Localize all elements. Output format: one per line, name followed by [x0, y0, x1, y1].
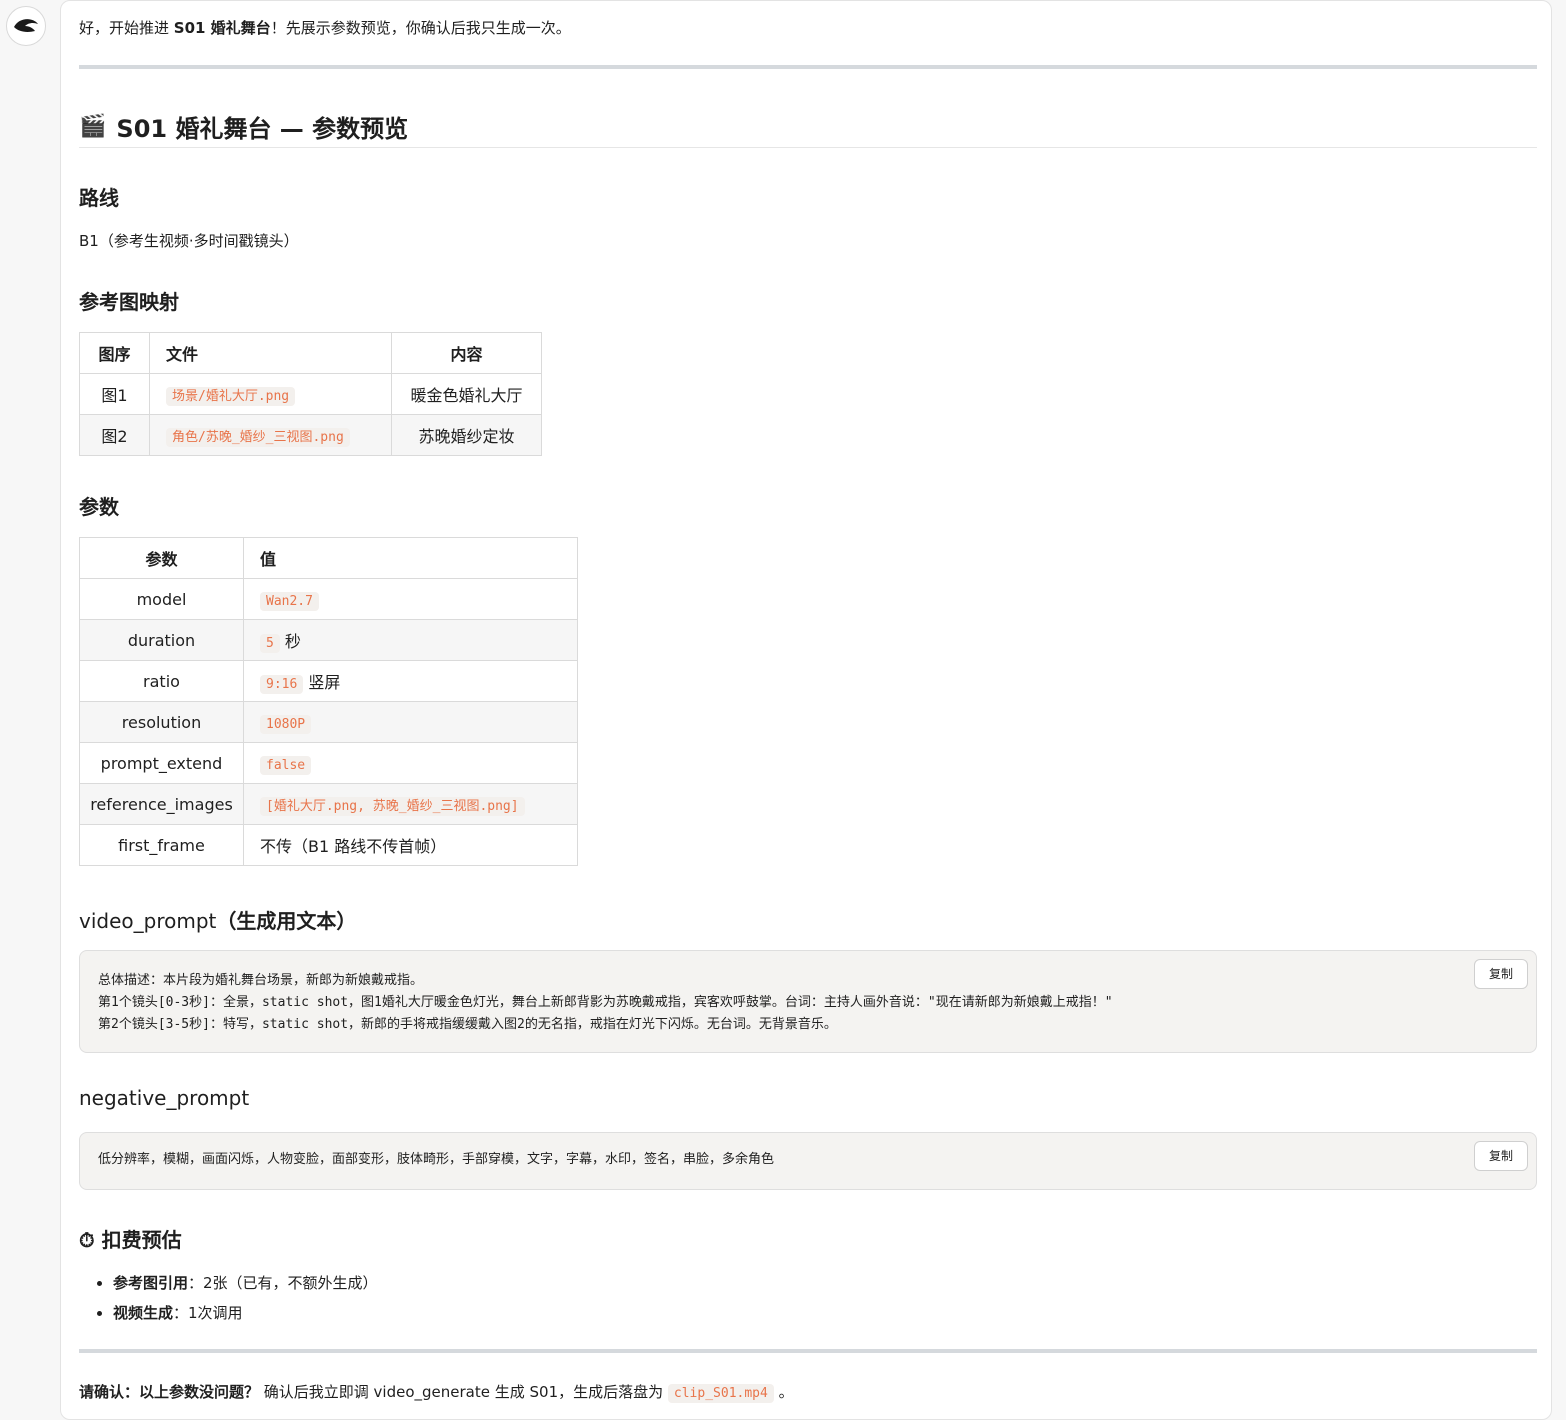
- file-path-code: 角色/苏晚_婚纱_三视图.png: [166, 427, 350, 447]
- route-heading: 路线: [79, 186, 119, 210]
- param-name: ratio: [79, 660, 244, 702]
- param-name: model: [79, 578, 244, 620]
- param-code: false: [260, 755, 312, 775]
- param-value: 5 秒: [243, 619, 578, 661]
- refmap-table: 图序 文件 内容 图1 场景/婚礼大厅.png 暖金色婚礼大厅 图2 角色/苏晚…: [79, 332, 542, 456]
- table-row: reference_images [婚礼大厅.png, 苏晚_婚纱_三视图.pn…: [79, 783, 578, 825]
- negative-prompt-codeblock: 低分辨率，模糊，画面闪烁，人物变脸，面部变形，肢体畸形，手部穿模，文字，字幕，水…: [79, 1132, 1537, 1190]
- params-heading: 参数: [79, 495, 119, 519]
- table-row: 图2 角色/苏晚_婚纱_三视图.png 苏晚婚纱定妆: [79, 414, 542, 456]
- table-header-row: 参数 值: [79, 537, 578, 579]
- param-value: 1080P: [243, 701, 578, 743]
- param-code: 9:16: [260, 675, 304, 694]
- param-code: 5: [260, 634, 280, 653]
- confirm-bold: 请确认：以上参数没问题？: [79, 1383, 260, 1401]
- assistant-avatar: [6, 6, 46, 46]
- message-card: 好，开始推进 S01 婚礼舞台！先展示参数预览，你确认后我只生成一次。 🎬 S0…: [60, 0, 1552, 1420]
- table-row: duration 5 秒: [79, 619, 578, 661]
- code-line: 低分辨率，模糊，画面闪烁，人物变脸，面部变形，肢体畸形，手部穿模，文字，字幕，水…: [98, 1152, 775, 1167]
- list-item: 参考图引用：2张（已有，不额外生成）: [113, 1269, 378, 1299]
- video-prompt-heading: video_prompt（生成用文本）: [79, 905, 356, 934]
- list-item: 视频生成：1次调用: [113, 1299, 378, 1329]
- param-name: prompt_extend: [79, 742, 244, 784]
- param-name: resolution: [79, 701, 244, 743]
- param-value: Wan2.7: [243, 578, 578, 620]
- table-cell: 图1: [79, 373, 150, 415]
- param-code: 1080P: [260, 714, 312, 734]
- table-row: resolution 1080P: [79, 701, 578, 743]
- list-item-label: 视频生成: [113, 1304, 174, 1322]
- param-extra: 秒: [284, 632, 301, 651]
- table-row: model Wan2.7: [79, 578, 578, 620]
- table-cell: 图2: [79, 414, 150, 456]
- cost-list: 参考图引用：2张（已有，不额外生成） 视频生成：1次调用: [79, 1269, 378, 1329]
- confirm-body: 确认后我立即调 video_generate 生成 S01，生成后落盘为: [259, 1383, 668, 1401]
- table-row: ratio 9:16 竖屏: [79, 660, 578, 702]
- divider: [79, 1349, 1537, 1353]
- param-name: reference_images: [79, 783, 244, 825]
- divider: [79, 65, 1537, 69]
- video-prompt-heading-suffix: （生成用文本）: [216, 909, 357, 933]
- cost-heading: ⏱ 扣费预估: [79, 1228, 182, 1252]
- page-title-text: S01 婚礼舞台 — 参数预览: [116, 114, 409, 143]
- table-header: 文件: [149, 332, 392, 374]
- table-header-row: 图序 文件 内容: [79, 332, 542, 374]
- param-code: Wan2.7: [260, 591, 319, 611]
- code-line: 第2个镜头[3-5秒]：特写，static shot，新郎的手将戒指缓缓戴入图2…: [98, 1017, 837, 1032]
- table-header: 图序: [79, 332, 150, 374]
- logo-icon: [12, 12, 40, 40]
- intro-suffix: ！先展示参数预览，你确认后我只生成一次。: [270, 19, 571, 37]
- confirm-end: 。: [773, 1383, 794, 1401]
- negative-prompt-heading: negative_prompt: [79, 1086, 250, 1110]
- confirm-text: 请确认：以上参数没问题？ 确认后我立即调 video_generate 生成 S…: [79, 1381, 794, 1403]
- table-cell: 暖金色婚礼大厅: [391, 373, 542, 415]
- page-title: 🎬 S01 婚礼舞台 — 参数预览: [79, 105, 1537, 148]
- file-path-code: 场景/婚礼大厅.png: [166, 386, 296, 406]
- refmap-heading: 参考图映射: [79, 290, 179, 314]
- table-row: first_frame 不传（B1 路线不传首帧）: [79, 824, 578, 866]
- intro-prefix: 好，开始推进: [79, 19, 174, 37]
- param-value: [婚礼大厅.png, 苏晚_婚纱_三视图.png]: [243, 783, 578, 825]
- video-prompt-codeblock: 总体描述：本片段为婚礼舞台场景，新郎为新娘戴戒指。 第1个镜头[0-3秒]：全景…: [79, 950, 1537, 1053]
- param-value: 9:16 竖屏: [243, 660, 578, 702]
- output-filename-code: clip_S01.mp4: [667, 1384, 774, 1403]
- param-value: 不传（B1 路线不传首帧）: [243, 824, 578, 866]
- table-header: 值: [243, 537, 578, 579]
- param-code: [婚礼大厅.png, 苏晚_婚纱_三视图.png]: [260, 796, 525, 816]
- table-row: 图1 场景/婚礼大厅.png 暖金色婚礼大厅: [79, 373, 542, 415]
- code-line: 第1个镜头[0-3秒]：全景，static shot，图1婚礼大厅暖金色灯光，舞…: [98, 995, 1113, 1010]
- table-header: 参数: [79, 537, 244, 579]
- param-extra: 竖屏: [308, 673, 341, 692]
- video-prompt-heading-prefix: video_prompt: [79, 909, 217, 933]
- intro-bold: S01 婚礼舞台: [173, 19, 271, 37]
- table-cell: 场景/婚礼大厅.png: [149, 373, 392, 415]
- param-value: false: [243, 742, 578, 784]
- list-item-label: 参考图引用: [113, 1274, 189, 1292]
- code-line: 总体描述：本片段为婚礼舞台场景，新郎为新娘戴戒指。: [98, 973, 424, 988]
- table-cell: 角色/苏晚_婚纱_三视图.png: [149, 414, 392, 456]
- list-item-text: ：2张（已有，不额外生成）: [188, 1274, 378, 1292]
- list-item-text: ：1次调用: [173, 1304, 243, 1322]
- table-header: 内容: [391, 332, 542, 374]
- params-table: 参数 值 model Wan2.7 duration 5 秒 ratio 9:1…: [79, 537, 578, 866]
- param-name: first_frame: [79, 824, 244, 866]
- clapperboard-icon: 🎬: [79, 113, 107, 139]
- route-text: B1（参考生视频·多时间戳镜头）: [79, 232, 299, 250]
- copy-button[interactable]: 复制: [1474, 1141, 1528, 1171]
- table-row: prompt_extend false: [79, 742, 578, 784]
- param-name: duration: [79, 619, 244, 661]
- copy-button[interactable]: 复制: [1474, 959, 1528, 989]
- table-cell: 苏晚婚纱定妆: [391, 414, 542, 456]
- intro-text: 好，开始推进 S01 婚礼舞台！先展示参数预览，你确认后我只生成一次。: [79, 17, 571, 38]
